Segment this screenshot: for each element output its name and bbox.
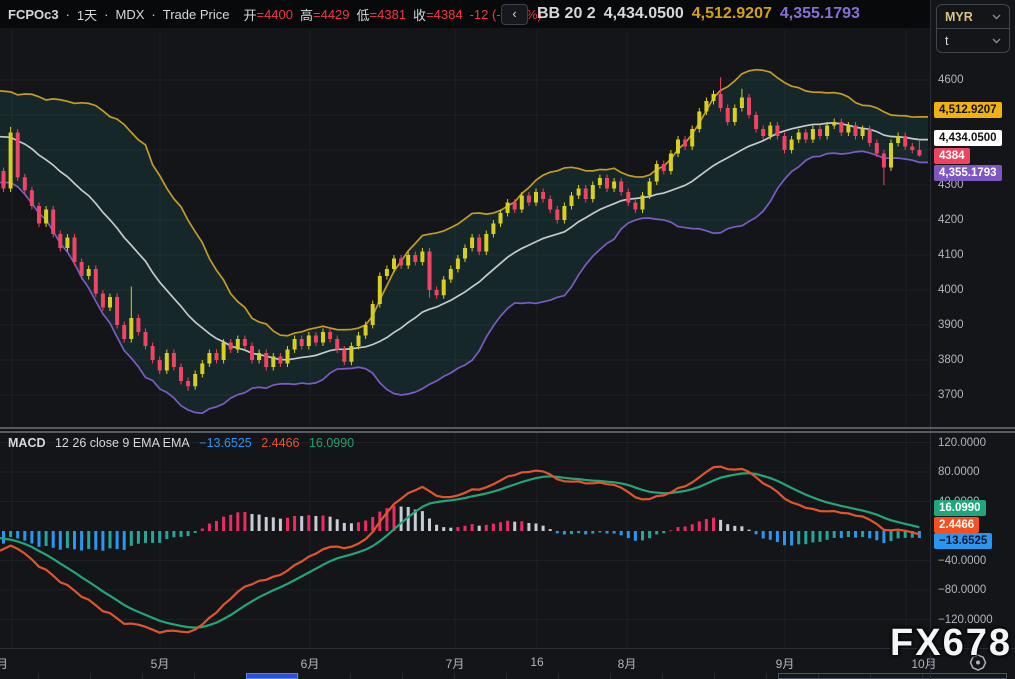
axis-tick-label: 3900 [938, 319, 964, 331]
scrollbar-cell-divider [142, 673, 143, 679]
macd-params: 12 26 close 9 EMA EMA [54, 436, 190, 450]
axis-tick-label: 4300 [938, 179, 964, 191]
high-value: 4429 [320, 6, 350, 22]
chevron-down-icon [992, 38, 1001, 43]
scrollbar-cell-divider [38, 673, 39, 679]
macd-hist-value: −13.6525 [199, 436, 252, 450]
axis-price-badge: 4,434.0500 [934, 130, 1002, 147]
macd-header: MACD 12 26 close 9 EMA EMA −13.6525 2.44… [8, 436, 360, 450]
scrollbar-cell-divider [402, 673, 403, 679]
scrollbar-cell-divider [350, 673, 351, 679]
separator-dot: · [65, 6, 70, 22]
high-label: 高 [299, 7, 313, 23]
exchange-label: MDX [115, 6, 145, 22]
scrollbar-cell-divider [714, 673, 715, 679]
time-axis-scale[interactable]: 月 5月 6月 7月 16 8月 9月 10月 [0, 648, 1015, 679]
unit-selector[interactable]: t [937, 29, 1009, 52]
time-axis-label: 16 [530, 655, 544, 669]
separator-dot: · [104, 6, 109, 22]
axis-unit-controls: MYR t [936, 4, 1010, 53]
scrollbar-cell-divider [558, 673, 559, 679]
axis-tick-label: 4200 [938, 214, 964, 226]
axis-price-badge: 4,512.9207 [934, 102, 1002, 119]
scrollbar-cell-divider [766, 673, 767, 679]
separator-dot: · [151, 6, 156, 22]
pane-divider[interactable] [0, 427, 1015, 433]
scrollbar-cell-divider [454, 673, 455, 679]
macd-title[interactable]: MACD [8, 436, 46, 450]
axis-price-badge: 4,355.1793 [934, 164, 1002, 181]
axis-tick-label: −120.0000 [938, 613, 993, 626]
price-pane[interactable] [0, 30, 930, 427]
axis-tick-label: −80.0000 [938, 584, 987, 596]
scrollbar-cell-divider [662, 673, 663, 679]
chevron-down-icon [992, 14, 1001, 19]
interval-label[interactable]: 1天 [77, 5, 97, 24]
currency-selector[interactable]: MYR [937, 5, 1009, 29]
price-axis-scale[interactable]: 4600 4300 4200 4100 4000 3900 3800 3700 120.0000… [930, 0, 1015, 679]
axis-price-badge: 4384 [934, 147, 970, 164]
time-axis-label: 月 [0, 657, 9, 671]
time-axis-label: 9月 [775, 657, 795, 671]
macd-signal-value: 16.0990 [308, 436, 355, 450]
currency-label: MYR [945, 9, 973, 24]
bb-indicator-title[interactable]: BB 20 2 [537, 5, 596, 23]
open-value: 4400 [264, 6, 293, 22]
axis-price-badge: 16.0990 [934, 500, 986, 517]
scrollbar-cell-divider [610, 673, 611, 679]
axis-tick-label: 3700 [938, 389, 964, 401]
axis-tick-label: 80.0000 [938, 466, 980, 478]
back-chevron-button[interactable]: ‹ [501, 3, 528, 25]
macd-line-value: 2.4466 [261, 436, 300, 450]
axis-tick-label: 4600 [938, 74, 964, 86]
scrollbar-cell-divider [90, 673, 91, 679]
macd-pane[interactable] [0, 433, 930, 648]
low-value: 4381 [377, 6, 407, 22]
axis-tick-label: 4100 [938, 249, 964, 261]
chart-window: FCPOc3 · 1天 · MDX · Trade Price 开 = 4400 高… [0, 0, 1015, 679]
bb-lower-value: 4,355.1793 [779, 5, 860, 22]
axis-price-badge: 2.4466 [934, 516, 980, 533]
time-axis-label: 6月 [300, 657, 320, 671]
close-label: 收 [413, 7, 427, 23]
axis-price-badge: −13.6525 [934, 533, 993, 550]
open-label: 开 [243, 7, 257, 23]
bb-toolbar: ‹ BB 20 2 4,434.0500 4,512.9207 4,355.17… [501, 0, 860, 28]
time-axis-label: 8月 [617, 657, 637, 671]
low-label: 低 [356, 7, 370, 23]
time-axis-label: 5月 [150, 657, 170, 671]
scrollbar-highlight-cell[interactable] [246, 673, 298, 679]
scrollbar-cell-divider [194, 673, 195, 679]
axis-tick-label: 120.0000 [938, 436, 986, 449]
bb-basis-value: 4,434.0500 [603, 5, 684, 22]
axis-tick-label: −40.0000 [938, 554, 987, 567]
bottom-scrollbar[interactable] [0, 673, 1015, 679]
close-value: 4384 [433, 6, 463, 22]
axis-tick-label: 3800 [938, 354, 964, 366]
time-axis-label: 7月 [445, 657, 465, 671]
series-type-label: Trade Price [162, 6, 230, 22]
scrollbar-cell-divider [298, 673, 299, 679]
unit-label: t [945, 33, 949, 48]
axis-tick-label: 4000 [938, 284, 964, 296]
symbol-name[interactable]: FCPOc3 [8, 7, 59, 22]
bb-upper-value: 4,512.9207 [691, 5, 772, 22]
scrollbar-cell-divider [506, 673, 507, 679]
